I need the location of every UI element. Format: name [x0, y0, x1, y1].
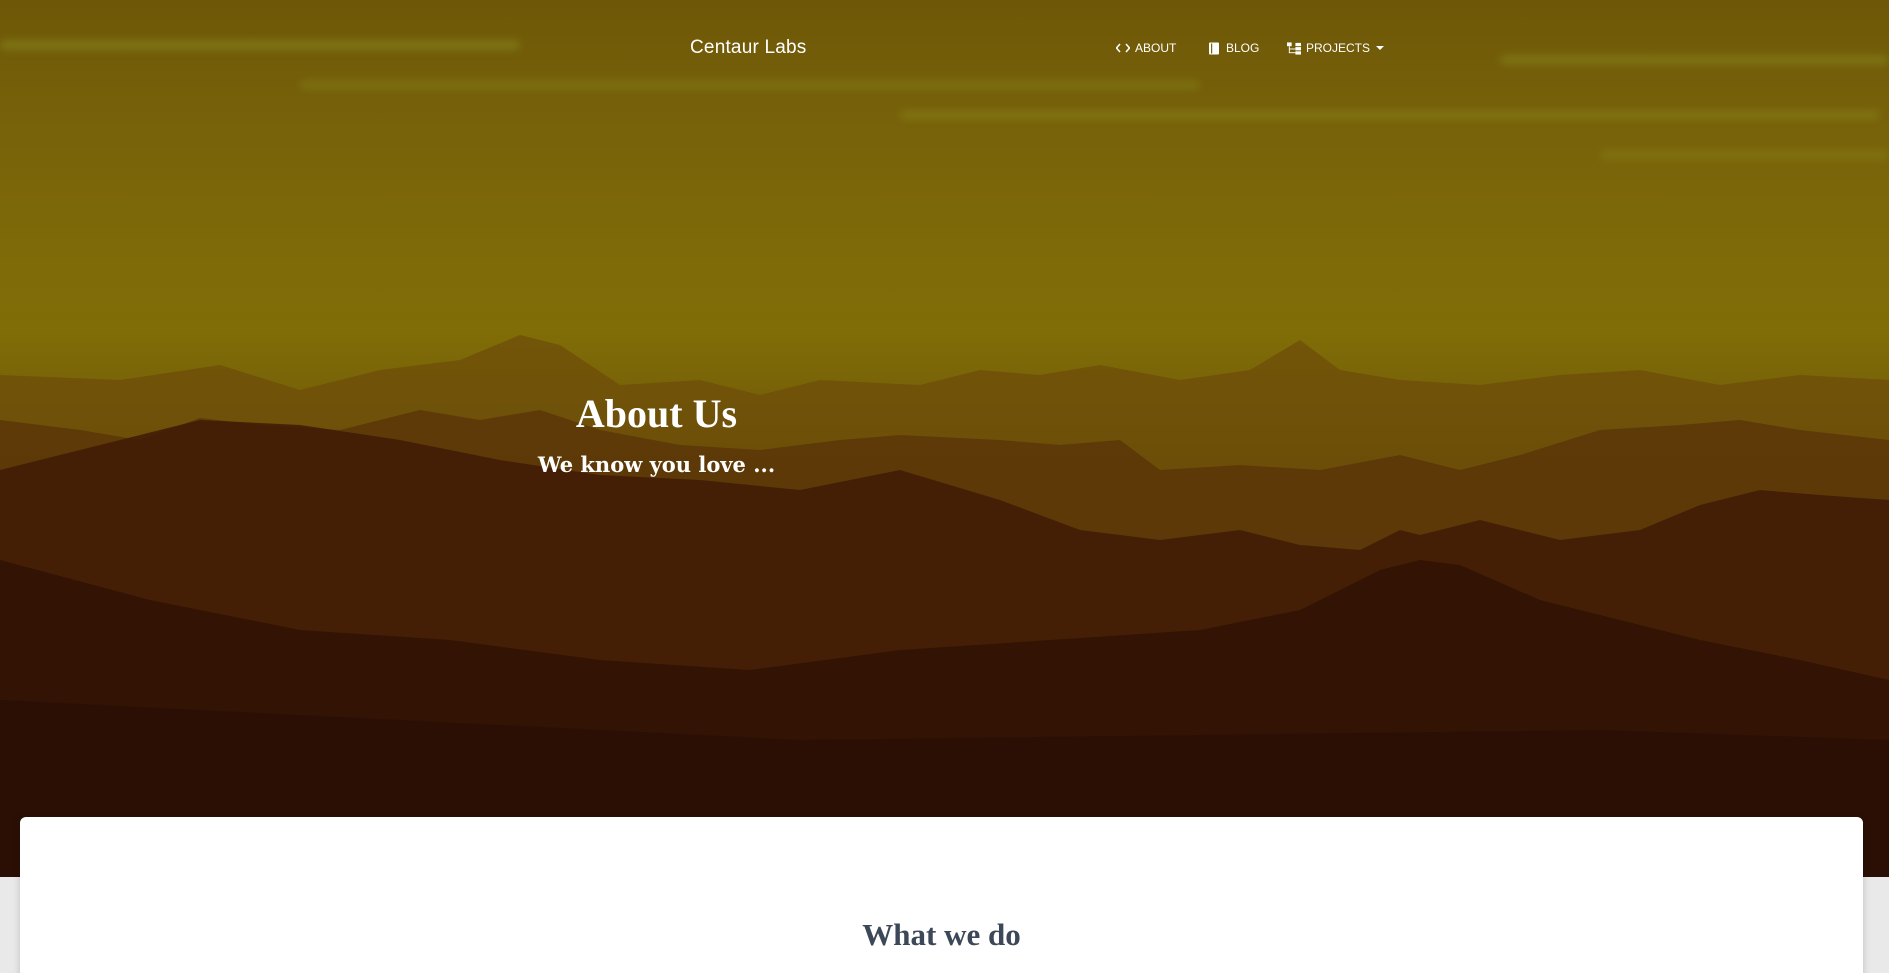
- page-title: About Us: [575, 391, 738, 436]
- mountains-illustration: [0, 335, 1889, 877]
- page: Centaur Labs ABOUT BLOG PROJECTS About U…: [0, 0, 1889, 973]
- nav-item-label: PROJECTS: [1306, 41, 1371, 55]
- top-navbar: Centaur Labs ABOUT BLOG PROJECTS: [0, 0, 1889, 100]
- nav-item-label: ABOUT: [1135, 41, 1177, 55]
- nav-item-projects[interactable]: PROJECTS: [1287, 41, 1385, 55]
- nav-item-blog[interactable]: BLOG: [1207, 41, 1259, 55]
- sitemap-icon: [1287, 41, 1301, 55]
- hero-section: [0, 0, 1889, 877]
- book-icon: [1207, 41, 1221, 55]
- page-subtitle: We know you love ...: [537, 452, 776, 477]
- brand-link[interactable]: Centaur Labs: [690, 37, 806, 59]
- section-title: What we do: [862, 917, 1021, 952]
- nav-item-label: BLOG: [1226, 41, 1260, 55]
- code-icon: [1116, 41, 1130, 55]
- chevron-down-icon: [1376, 46, 1385, 50]
- nav-item-about[interactable]: ABOUT: [1116, 41, 1176, 55]
